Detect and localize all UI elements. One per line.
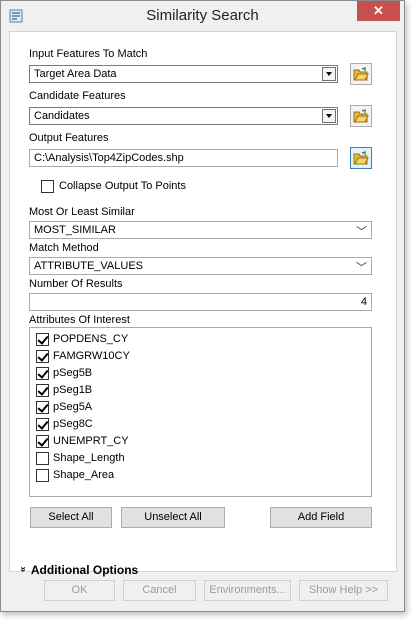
unselect-all-button[interactable]: Unselect All — [121, 507, 225, 528]
output-features-value: C:\Analysis\Top4ZipCodes.shp — [34, 152, 184, 164]
attribute-checkbox[interactable] — [36, 469, 49, 482]
input-features-value: Target Area Data — [34, 68, 117, 80]
cancel-button[interactable]: Cancel — [123, 580, 196, 601]
attribute-checkbox[interactable] — [36, 384, 49, 397]
collapse-output-label: Collapse Output To Points — [59, 180, 186, 192]
most-or-least-label: Most Or Least Similar — [29, 206, 135, 218]
select-all-button[interactable]: Select All — [30, 507, 112, 528]
close-icon: ✕ — [373, 3, 384, 18]
dialog-window: Similarity Search ✕ Input Features To Ma… — [0, 0, 405, 612]
num-results-input[interactable]: 4 — [29, 293, 372, 311]
input-features-browse-button[interactable] — [350, 63, 372, 85]
most-or-least-value: MOST_SIMILAR — [34, 224, 116, 236]
attribute-label: Shape_Length — [53, 452, 125, 464]
folder-open-icon — [353, 109, 369, 123]
output-features-browse-button[interactable] — [350, 147, 372, 169]
attribute-checkbox[interactable] — [36, 350, 49, 363]
attribute-label: POPDENS_CY — [53, 333, 129, 345]
candidate-features-browse-button[interactable] — [350, 105, 372, 127]
add-field-button[interactable]: Add Field — [270, 507, 372, 528]
match-method-value: ATTRIBUTE_VALUES — [34, 260, 144, 272]
match-method-label: Match Method — [29, 242, 99, 254]
candidate-features-value: Candidates — [34, 110, 90, 122]
folder-open-icon — [353, 67, 369, 81]
match-method-select[interactable]: ATTRIBUTE_VALUES ﹀ — [29, 257, 372, 275]
folder-open-icon — [353, 151, 369, 165]
attribute-label: Shape_Area — [53, 469, 115, 481]
additional-options-toggle[interactable]: » Additional Options — [17, 563, 139, 577]
chevron-down-icon: ﹀ — [356, 262, 367, 274]
candidate-features-label: Candidate Features — [29, 90, 126, 102]
attribute-label: pSeg8C — [53, 418, 93, 430]
attribute-checkbox[interactable] — [36, 435, 49, 448]
num-results-label: Number Of Results — [29, 278, 123, 290]
collapse-output-checkbox[interactable] — [41, 180, 54, 193]
attribute-label: pSeg5B — [53, 367, 93, 379]
attribute-label: pSeg1B — [53, 384, 93, 396]
chevron-down-icon[interactable] — [322, 67, 336, 81]
chevron-down-icon[interactable] — [322, 109, 336, 123]
most-or-least-select[interactable]: MOST_SIMILAR ﹀ — [29, 221, 372, 239]
double-chevron-down-icon: » — [17, 566, 29, 573]
output-features-label: Output Features — [29, 132, 109, 144]
attribute-label: UNEMPRT_CY — [53, 435, 129, 447]
show-help-button[interactable]: Show Help >> — [299, 580, 388, 601]
chevron-down-icon: ﹀ — [356, 226, 367, 238]
attribute-checkbox[interactable] — [36, 333, 49, 346]
attribute-checkbox[interactable] — [36, 401, 49, 414]
input-features-label: Input Features To Match — [29, 48, 148, 60]
window-title: Similarity Search — [146, 7, 259, 24]
attribute-checkbox[interactable] — [36, 452, 49, 465]
parameters-panel: Input Features To Match Target Area Data… — [9, 31, 397, 577]
attribute-label: pSeg5A — [53, 401, 93, 413]
ok-button[interactable]: OK — [44, 580, 115, 601]
attribute-label: FAMGRW10CY — [53, 350, 130, 362]
title-bar[interactable]: Similarity Search ✕ — [1, 1, 404, 31]
attributes-list[interactable]: POPDENS_CY FAMGRW10CY pSeg5B pSeg1B pSeg5A pS… — [29, 327, 372, 497]
input-features-combo[interactable]: Target Area Data — [29, 65, 338, 83]
attributes-label: Attributes Of Interest — [29, 314, 130, 326]
output-features-input[interactable]: C:\Analysis\Top4ZipCodes.shp — [29, 149, 338, 167]
environments-button[interactable]: Environments... — [204, 580, 291, 601]
candidate-features-combo[interactable]: Candidates — [29, 107, 338, 125]
close-button[interactable]: ✕ — [357, 1, 400, 21]
attribute-checkbox[interactable] — [36, 418, 49, 431]
additional-options-label: Additional Options — [30, 563, 139, 577]
attribute-checkbox[interactable] — [36, 367, 49, 380]
